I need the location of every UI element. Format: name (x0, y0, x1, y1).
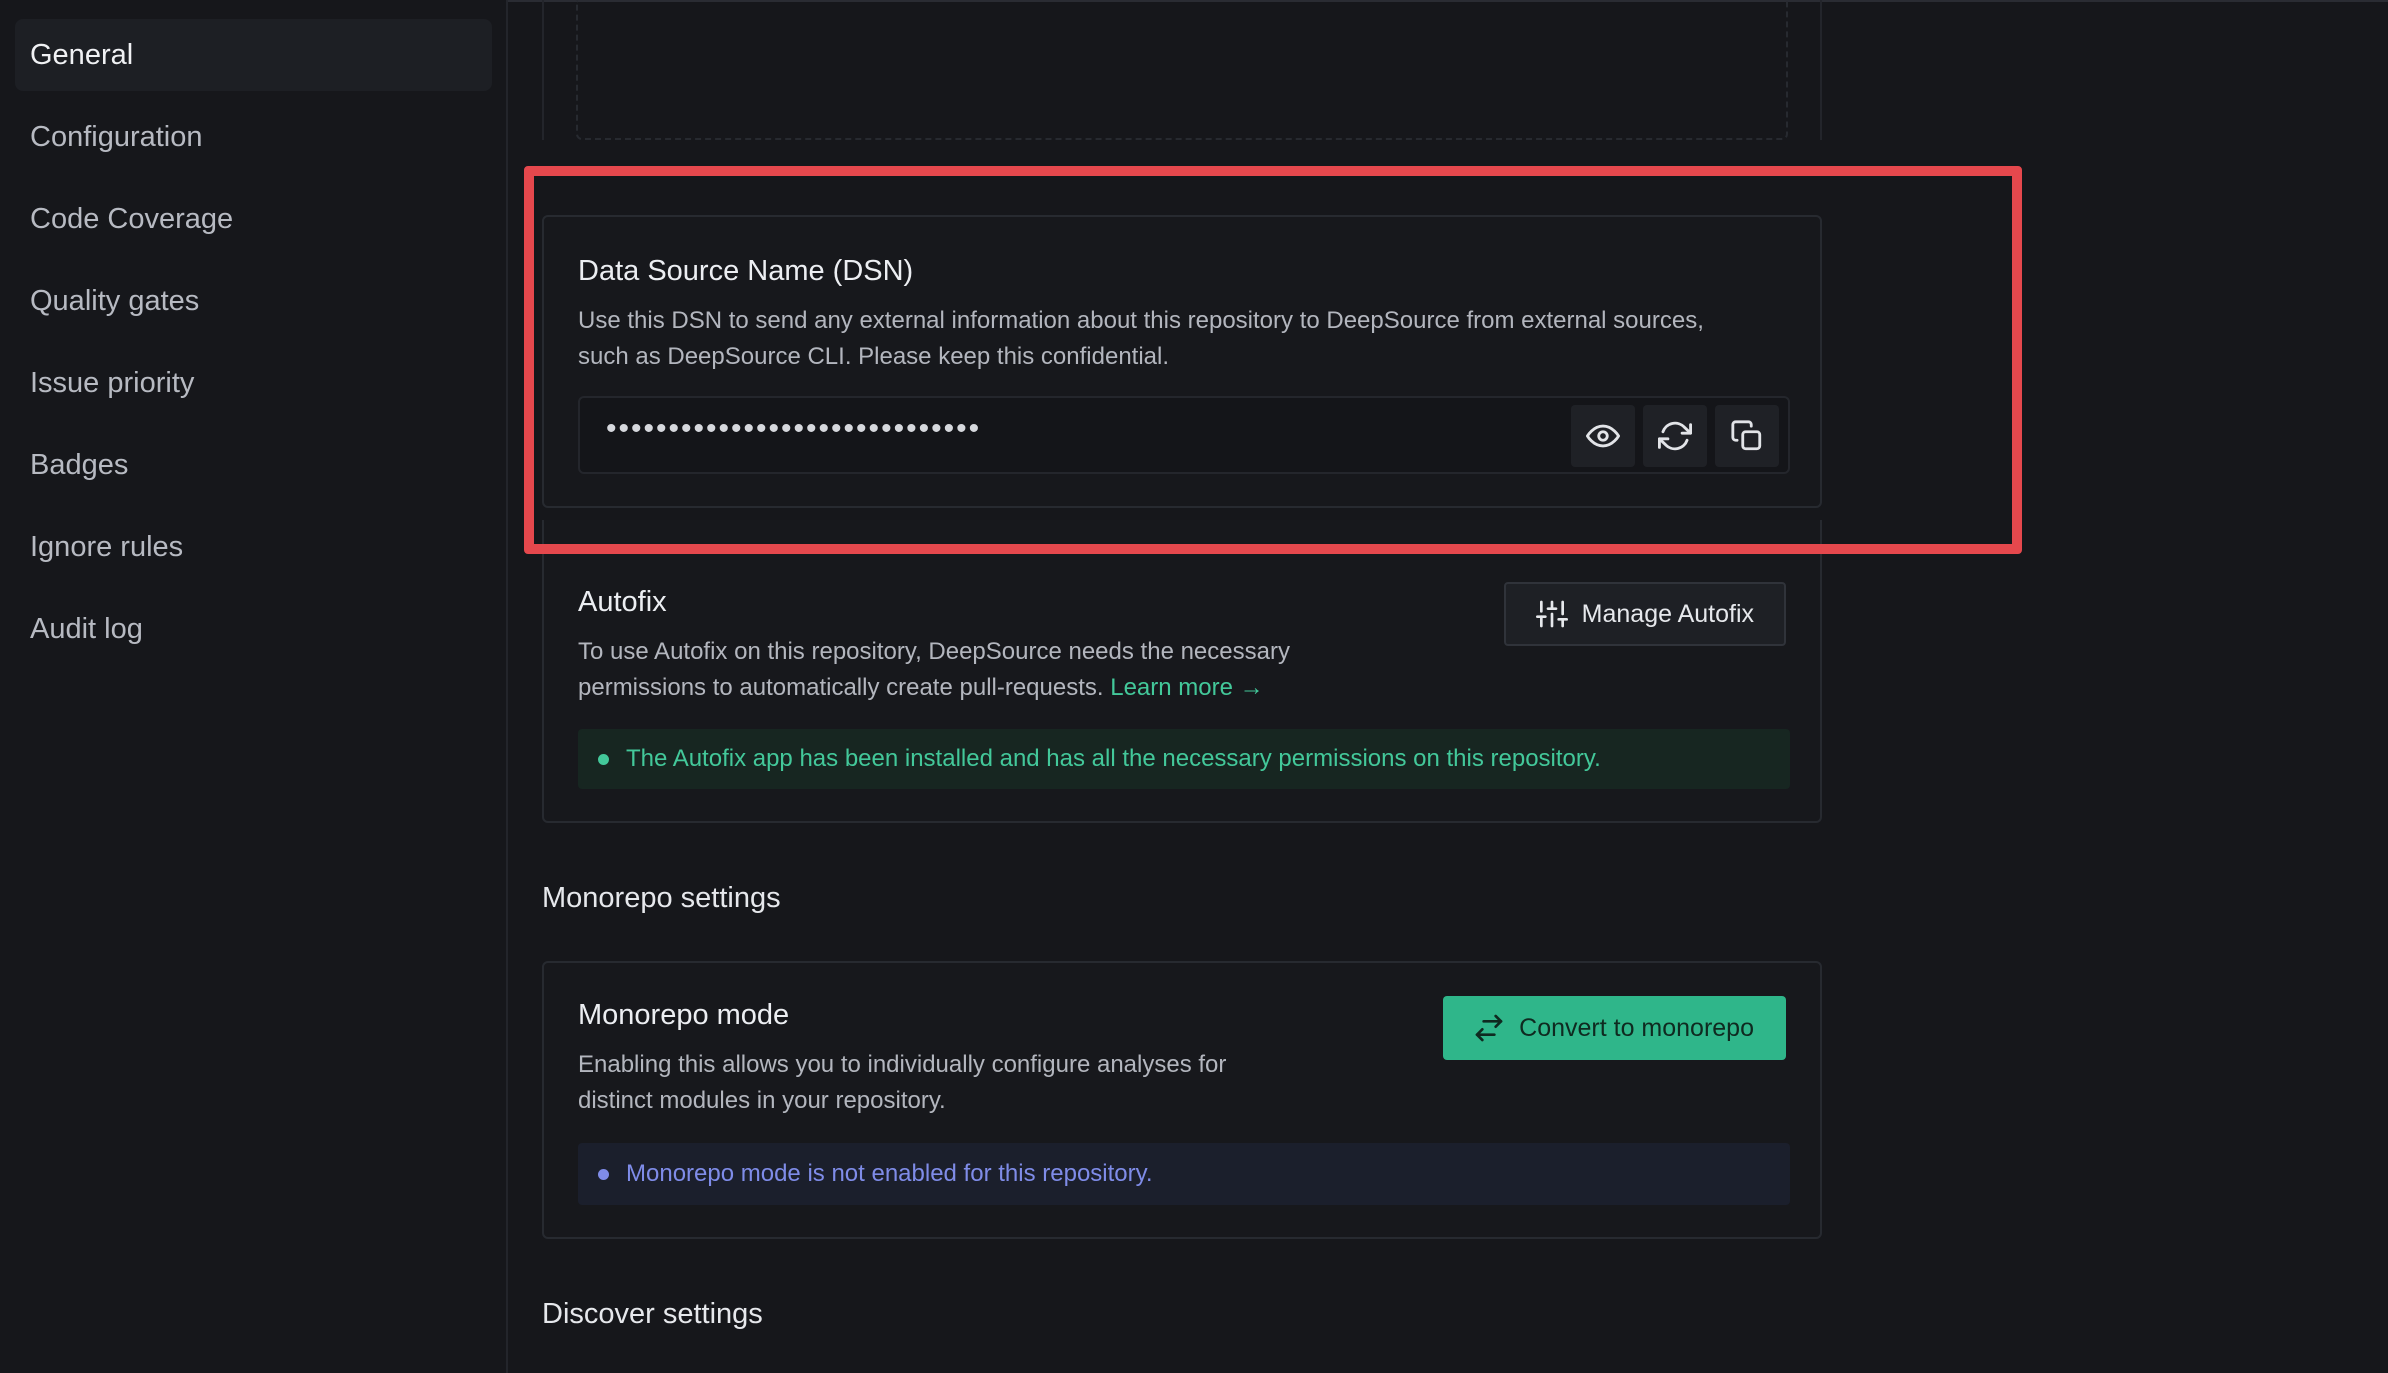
dsn-description-line1: Use this DSN to send any external inform… (578, 307, 1704, 334)
status-dot-icon (598, 1168, 609, 1180)
monorepo-status-banner: Monorepo mode is not enabled for this re… (578, 1143, 1790, 1205)
swap-arrows-icon (1475, 1014, 1503, 1042)
sliders-icon (1535, 600, 1568, 628)
eye-icon (1586, 424, 1620, 448)
learn-more-link[interactable]: Learn more → (1110, 674, 1263, 701)
status-dot-icon (598, 753, 609, 765)
dsn-card: Data Source Name (DSN) Use this DSN to s… (542, 215, 1822, 508)
settings-main: Data Source Name (DSN) Use this DSN to s… (0, 0, 2388, 1373)
autofix-title: Autofix (578, 586, 667, 618)
dsn-input[interactable]: •••••••••••••••••••••••••••••• (578, 396, 1790, 474)
reveal-dsn-button[interactable] (1571, 405, 1635, 467)
dsn-description-line2: such as DeepSource CLI. Please keep this… (578, 343, 1170, 370)
monorepo-description-line2: distinct modules in your repository. (578, 1087, 946, 1114)
refresh-icon (1658, 421, 1692, 451)
dsn-description: Use this DSN to send any external inform… (578, 303, 1704, 375)
autofix-description-line1: To use Autofix on this repository, DeepS… (578, 638, 1290, 665)
autofix-status-text: The Autofix app has been installed and h… (626, 745, 1601, 772)
dsn-masked-value: •••••••••••••••••••••••••••••• (606, 412, 982, 445)
monorepo-status-text: Monorepo mode is not enabled for this re… (626, 1160, 1153, 1187)
autofix-description-line2: permissions to automatically create pull… (578, 670, 1290, 706)
monorepo-title: Monorepo mode (578, 999, 790, 1031)
convert-to-monorepo-button[interactable]: Convert to monorepo (1443, 996, 1786, 1060)
autofix-description-text: permissions to automatically create pull… (578, 674, 1104, 701)
monorepo-description: Enabling this allows you to individually… (578, 1047, 1226, 1119)
manage-autofix-button[interactable]: Manage Autofix (1503, 582, 1786, 646)
monorepo-description-line1: Enabling this allows you to individually… (578, 1051, 1227, 1078)
autofix-card: Autofix To use Autofix on this repositor… (542, 520, 1822, 823)
regenerate-dsn-button[interactable] (1643, 405, 1707, 467)
autofix-status-banner: The Autofix app has been installed and h… (578, 729, 1790, 789)
monorepo-card: Monorepo mode Enabling this allows you t… (542, 961, 1822, 1239)
manage-autofix-label: Manage Autofix (1581, 599, 1754, 628)
dropzone-placeholder (576, 0, 1788, 140)
copy-dsn-button[interactable] (1715, 405, 1779, 467)
convert-to-monorepo-label: Convert to monorepo (1519, 1013, 1754, 1042)
dsn-title: Data Source Name (DSN) (578, 255, 914, 287)
monorepo-settings-heading: Monorepo settings (542, 882, 781, 914)
autofix-description: To use Autofix on this repository, DeepS… (578, 634, 1290, 706)
copy-icon (1731, 420, 1762, 451)
discover-settings-heading: Discover settings (542, 1298, 763, 1330)
